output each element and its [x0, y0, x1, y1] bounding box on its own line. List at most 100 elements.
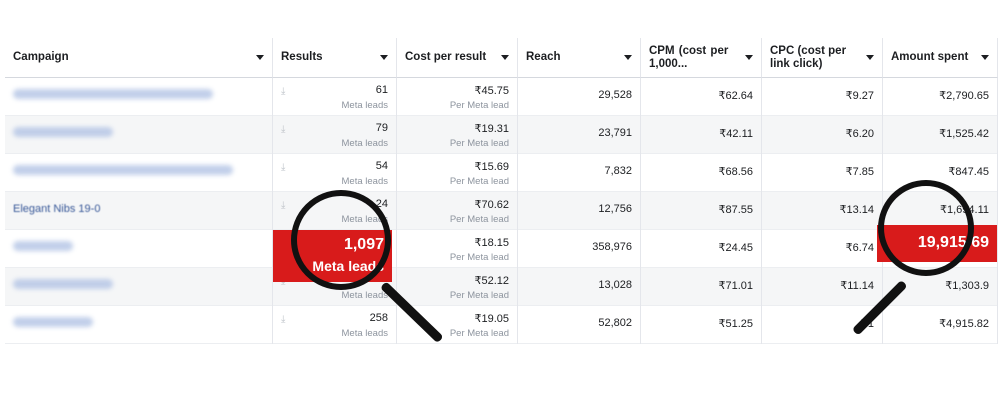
caret-down-icon[interactable] — [624, 55, 632, 60]
reach-cell: 12,756 — [518, 192, 641, 230]
results-cell: 79 Meta leads ⤓ — [273, 116, 397, 154]
campaign-name-cell[interactable] — [5, 268, 273, 306]
cost-per-result-cell-value: ₹15.69 — [474, 161, 509, 173]
amount-spent-cell: ₹1,525.42 — [883, 116, 998, 154]
results-cell-value: 79 — [375, 122, 388, 134]
table-row[interactable]: Meta leads⤓₹52.12Per Meta lead13,028₹71.… — [5, 268, 998, 306]
reach-cell: 13,028 — [518, 268, 641, 306]
column-header-cpm[interactable]: CPM (cost per 1,000... — [641, 38, 762, 78]
cpm-cell: ₹71.01 — [641, 268, 762, 306]
column-header-results[interactable]: Results — [273, 38, 397, 78]
table-row[interactable]: 61 Meta leads ⤓ ₹45.75 Per Meta lead 29,528 ₹6… — [5, 78, 998, 116]
cpm-cell-value: ₹24.45 — [718, 242, 753, 254]
cost-per-result-cell-value: ₹52.12 — [474, 275, 509, 287]
reach-cell: 29,528 — [518, 78, 641, 116]
reach-cell-value: 23,791 — [598, 127, 632, 139]
table-row[interactable]: 1,097Meta leads⤓₹18.15Per Meta lead358,9… — [5, 230, 998, 268]
download-icon[interactable]: ⤓ — [281, 124, 291, 136]
caret-down-icon[interactable] — [981, 55, 989, 60]
column-header-cpc[interactable]: CPC (cost per link click) — [762, 38, 883, 78]
redacted-campaign-name[interactable] — [13, 127, 113, 137]
caret-down-icon[interactable] — [501, 55, 509, 60]
results-cell-sublabel: Meta leads — [341, 176, 388, 187]
cost-per-result-cell-value: ₹18.15 — [474, 237, 509, 249]
caret-down-icon[interactable] — [866, 55, 874, 60]
column-header-label: CPM (cost per 1,000... — [649, 44, 729, 70]
results-cell-sublabel: Meta leads — [341, 100, 388, 111]
campaign-name-cell[interactable] — [5, 306, 273, 344]
campaign-name-cell[interactable] — [5, 78, 273, 116]
amount-spent-cell-value: ₹847.45 — [948, 166, 989, 178]
cost-per-result-cell-value: ₹19.05 — [474, 313, 509, 325]
cpm-cell: ₹87.55 — [641, 192, 762, 230]
redacted-campaign-name[interactable] — [13, 241, 73, 251]
cost-per-result-cell-sublabel: Per Meta lead — [449, 214, 509, 225]
column-header-campaign[interactable]: Campaign — [5, 38, 273, 78]
caret-down-icon[interactable] — [745, 55, 753, 60]
redacted-campaign-name[interactable] — [13, 165, 233, 175]
table-row[interactable]: 258 Meta leads ⤓ ₹19.05 Per Meta lead 52,802 ₹… — [5, 306, 998, 344]
reach-cell-value: 358,976 — [592, 241, 632, 253]
amount-spent-cell-value: ₹1,303.9 — [945, 280, 989, 292]
results-cell-sublabel: Meta leads — [341, 138, 388, 149]
campaign-name-link[interactable]: Elegant Nibs 19-0 — [13, 203, 100, 215]
table-row[interactable]: 54 Meta leads ⤓ ₹15.69 Per Meta lead 7,832 ₹68… — [5, 154, 998, 192]
download-icon[interactable]: ⤓ — [281, 200, 291, 212]
cost-per-result-cell-sublabel: Per Meta lead — [449, 138, 509, 149]
cost-per-result-cell-sublabel: Per Meta lead — [449, 100, 509, 111]
column-header-amount-spent[interactable]: Amount spent — [883, 38, 998, 78]
cost-per-result-cell-value: ₹19.31 — [474, 123, 509, 135]
amount-spent-cell-value: ₹4,915.82 — [939, 318, 989, 330]
download-icon[interactable]: ⤓ — [281, 314, 291, 326]
cpc-cell: ₹6.20 — [762, 116, 883, 154]
results-cell-sublabel: Meta leads — [341, 290, 388, 301]
cost-per-result-cell: ₹15.69 Per Meta lead — [397, 154, 518, 192]
cpm-cell-value: ₹68.56 — [718, 166, 753, 178]
cost-per-result-cell-sublabel: Per Meta lead — [449, 290, 509, 301]
caret-down-icon[interactable] — [256, 55, 264, 60]
redacted-campaign-name[interactable] — [13, 89, 213, 99]
cpm-cell-value: ₹71.01 — [718, 280, 753, 292]
campaign-name-cell[interactable]: Elegant Nibs 19-0 — [5, 192, 273, 230]
cpc-cell: ₹13.14 — [762, 192, 883, 230]
cost-per-result-cell-value: ₹45.75 — [474, 85, 509, 97]
cpc-cell-value: ₹6.74 — [845, 242, 874, 254]
column-header-label: Reach — [526, 51, 561, 63]
column-header-reach[interactable]: Reach — [518, 38, 641, 78]
cpm-cell-value: ₹51.25 — [718, 318, 753, 330]
cpm-cell: ₹51.25 — [641, 306, 762, 344]
cost-per-result-cell: ₹18.15 Per Meta lead — [397, 230, 518, 268]
results-cell-value: 258 — [369, 312, 388, 324]
table-row[interactable]: 79 Meta leads ⤓ ₹19.31 Per Meta lead 23,791 ₹4… — [5, 116, 998, 154]
results-cell-value: 54 — [375, 160, 388, 172]
amount-spent-cell-value: ₹2,790.65 — [939, 90, 989, 102]
campaign-name-cell[interactable] — [5, 116, 273, 154]
cpc-cell-value: ₹6.20 — [845, 128, 874, 140]
reach-cell-value: 29,528 — [598, 89, 632, 101]
campaign-name-cell[interactable] — [5, 230, 273, 268]
column-header-label: Campaign — [13, 51, 69, 63]
amount-spent-cell: ₹4,915.82 — [883, 306, 998, 344]
download-icon[interactable]: ⤓ — [281, 86, 291, 98]
cost-per-result-cell-value: ₹70.62 — [474, 199, 509, 211]
caret-down-icon[interactable] — [380, 55, 388, 60]
column-header-cost-per-result[interactable]: Cost per result — [397, 38, 518, 78]
column-header-label: Cost per result — [405, 51, 487, 63]
cost-per-result-cell: ₹19.31 Per Meta lead — [397, 116, 518, 154]
redacted-campaign-name[interactable] — [13, 317, 93, 327]
cpm-cell: ₹42.11 — [641, 116, 762, 154]
cost-per-result-cell-sublabel: Per Meta lead — [449, 176, 509, 187]
cpm-cell: ₹68.56 — [641, 154, 762, 192]
table-row[interactable]: Elegant Nibs 19-0 24 Meta leads ⤓ ₹70.62 Per … — [5, 192, 998, 230]
cost-per-result-cell: ₹70.62 Per Meta lead — [397, 192, 518, 230]
cpm-cell: ₹24.45 — [641, 230, 762, 268]
reach-cell-value: 52,802 — [598, 317, 632, 329]
reach-cell: 7,832 — [518, 154, 641, 192]
magnifier-lens — [878, 180, 974, 276]
campaign-name-cell[interactable] — [5, 154, 273, 192]
cpc-cell-value: ₹13.14 — [839, 204, 874, 216]
download-icon[interactable]: ⤓ — [281, 162, 291, 174]
redacted-campaign-name[interactable] — [13, 279, 113, 289]
reach-cell: 23,791 — [518, 116, 641, 154]
results-cell-sublabel: Meta leads — [341, 328, 388, 339]
